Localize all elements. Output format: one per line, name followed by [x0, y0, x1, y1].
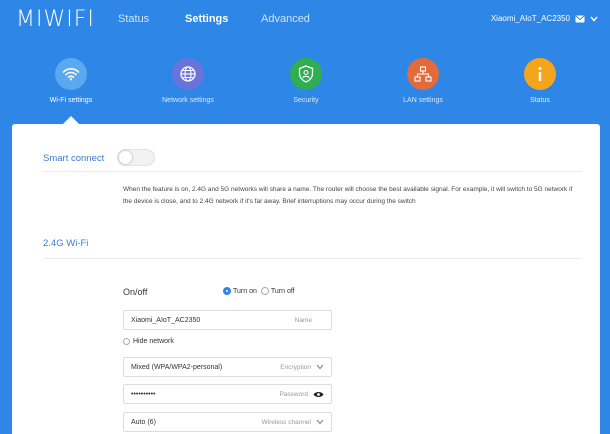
password-value: •••••••••• [131, 390, 156, 398]
shield-icon [290, 58, 322, 90]
radio-turn-on[interactable]: Turn on [223, 287, 257, 295]
divider [43, 258, 582, 259]
radio-label: Turn off [270, 287, 295, 295]
radio-dot [260, 287, 269, 295]
password-field[interactable]: •••••••••• Password [123, 384, 332, 404]
onoff-label: On/off [123, 287, 148, 297]
divider [43, 171, 582, 172]
chevron-down-icon [316, 419, 324, 425]
section-title-24g: 2.4G Wi-Fi [43, 238, 89, 249]
channel-value: Auto (6) [131, 418, 156, 426]
eye-icon[interactable] [313, 391, 324, 398]
nav-settings[interactable]: Settings [185, 13, 228, 25]
radio-dot [223, 287, 231, 295]
toggle-knob [119, 151, 132, 164]
onoff-radio-group: Turn on Turn off [223, 287, 295, 295]
func-wifi-settings[interactable]: Wi-Fi settings [16, 58, 126, 104]
chevron-down-icon [316, 364, 324, 370]
miwifi-logo: MIWIFI [16, 7, 95, 32]
radio-label: Turn on [233, 287, 257, 295]
mail-icon[interactable] [575, 15, 585, 23]
func-security[interactable]: Security [251, 58, 361, 104]
func-lan-settings[interactable]: LAN settings [368, 58, 478, 104]
info-icon [524, 58, 556, 90]
chevron-down-icon[interactable] [590, 16, 598, 22]
func-label: Security [293, 97, 319, 104]
wireless-channel-select[interactable]: Auto (6) Wireless channel [123, 412, 332, 432]
encryption-select[interactable]: Mixed (WPA/WPA2-personal) Encryption [123, 357, 332, 377]
active-tab-pointer [63, 116, 79, 124]
wifi-name-hint: Name [294, 316, 312, 324]
func-label: LAN settings [403, 97, 443, 104]
smart-connect-toggle[interactable] [117, 149, 155, 166]
password-hint: Password [279, 390, 308, 398]
router-name: Xiaomi_AIoT_AC2350 [490, 14, 570, 23]
settings-panel: Smart connect When the feature is on, 2.… [12, 124, 600, 434]
func-network-settings[interactable]: Network settings [133, 58, 243, 104]
func-label: Wi-Fi settings [49, 97, 93, 104]
wifi-name-value: Xiaomi_AIoT_AC2350 [131, 316, 201, 324]
radio-turn-off[interactable]: Turn off [260, 287, 295, 295]
nav-advanced[interactable]: Advanced [261, 13, 310, 25]
hide-network-checkbox[interactable]: Hide network [123, 338, 174, 345]
checkbox-box [123, 338, 130, 345]
smart-connect-description: When the feature is on, 2.4G and 5G netw… [123, 186, 573, 205]
wifi-name-field[interactable]: Xiaomi_AIoT_AC2350 Name [123, 310, 332, 330]
router-menu[interactable]: Xiaomi_AIoT_AC2350 [491, 14, 598, 23]
encryption-hint: Encryption [280, 363, 311, 371]
smart-connect-label: Smart connect [43, 153, 105, 164]
channel-hint: Wireless channel [261, 418, 312, 426]
func-label: Network settings [162, 97, 214, 104]
wifi-icon [55, 58, 87, 90]
nav-status[interactable]: Status [118, 13, 149, 25]
network-tree-icon [407, 58, 439, 90]
encryption-value: Mixed (WPA/WPA2-personal) [131, 363, 223, 371]
func-status[interactable]: Status [485, 58, 595, 104]
globe-icon [172, 58, 204, 90]
hide-network-label: Hide network [133, 338, 174, 345]
func-label: Status [530, 97, 550, 104]
